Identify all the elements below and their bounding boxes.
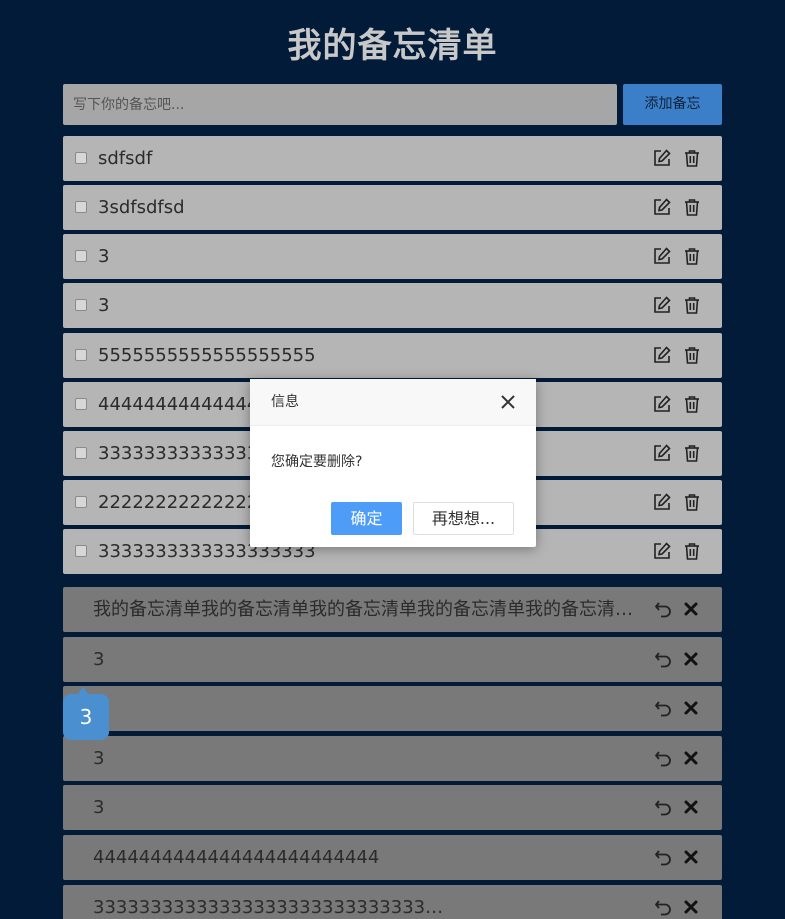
done-list: 我的备忘清单我的备忘清单我的备忘清单我的备忘清单我的备忘清单…333344444… bbox=[63, 587, 722, 919]
done-item: 3 bbox=[63, 636, 722, 682]
todo-text: 33333333333333 bbox=[98, 442, 259, 464]
done-item: 我的备忘清单我的备忘清单我的备忘清单我的备忘清单我的备忘清单… bbox=[63, 587, 722, 632]
todo-checkbox[interactable] bbox=[75, 348, 87, 361]
todo-text: 3 bbox=[98, 295, 110, 317]
confirm-dialog: 信息 您确定要删除? 确定 再想想... bbox=[250, 379, 536, 547]
edit-icon[interactable] bbox=[652, 197, 672, 217]
undo-icon[interactable] bbox=[653, 599, 673, 619]
todo-text: 5555555555555555555 bbox=[98, 344, 316, 366]
todo-checkbox[interactable] bbox=[75, 495, 87, 508]
trash-icon[interactable] bbox=[682, 246, 702, 266]
page-title: 我的备忘清单 bbox=[287, 26, 498, 66]
todo-checkbox[interactable] bbox=[75, 446, 87, 459]
trash-icon[interactable] bbox=[682, 443, 702, 463]
done-text: 3 bbox=[93, 797, 105, 819]
x-icon[interactable] bbox=[681, 897, 701, 917]
done-item: 33333333333333333333333333333… bbox=[63, 884, 722, 919]
todo-text: 3 bbox=[98, 246, 110, 268]
undo-icon[interactable] bbox=[653, 698, 673, 718]
undo-icon[interactable] bbox=[653, 748, 673, 768]
done-item: 3 bbox=[63, 785, 722, 831]
todo-item: 3 bbox=[63, 234, 722, 280]
trash-icon[interactable] bbox=[682, 492, 702, 512]
trash-icon[interactable] bbox=[682, 345, 702, 365]
edit-icon[interactable] bbox=[652, 295, 672, 315]
todo-checkbox[interactable] bbox=[75, 545, 87, 558]
edit-icon[interactable] bbox=[652, 541, 672, 561]
trash-icon[interactable] bbox=[682, 295, 702, 315]
trash-icon[interactable] bbox=[682, 197, 702, 217]
dialog-title: 信息 bbox=[271, 394, 299, 410]
dialog-message: 您确定要删除? bbox=[271, 454, 363, 470]
todo-text: 44444444444444 bbox=[98, 393, 259, 415]
todo-checkbox[interactable] bbox=[75, 250, 87, 263]
todo-item: sdfsdf bbox=[63, 136, 722, 181]
add-row: 添加备忘 bbox=[63, 84, 722, 125]
edit-icon[interactable] bbox=[652, 148, 672, 168]
x-icon[interactable] bbox=[681, 698, 701, 718]
cancel-button[interactable]: 再想想... bbox=[413, 502, 514, 535]
add-memo-button[interactable]: 添加备忘 bbox=[623, 84, 722, 125]
done-text: 3 bbox=[93, 747, 105, 769]
done-item: 3 bbox=[63, 686, 722, 732]
undo-icon[interactable] bbox=[653, 649, 673, 669]
done-text: 4444444444444444444444444 bbox=[93, 846, 380, 868]
edit-icon[interactable] bbox=[652, 345, 672, 365]
todo-checkbox[interactable] bbox=[75, 152, 87, 164]
edit-icon[interactable] bbox=[652, 246, 672, 266]
todo-item: 3sdfsdfsd bbox=[63, 185, 722, 231]
trash-icon[interactable] bbox=[682, 394, 702, 414]
x-icon[interactable] bbox=[681, 748, 701, 768]
page: 我的备忘清单 添加备忘 sdfsdf3sdfsdfsd3355555555555… bbox=[0, 0, 785, 919]
trash-icon[interactable] bbox=[682, 541, 702, 561]
todo-checkbox[interactable] bbox=[75, 397, 87, 410]
count-badge: 3 bbox=[63, 687, 109, 740]
edit-icon[interactable] bbox=[652, 443, 672, 463]
close-icon[interactable] bbox=[498, 392, 518, 412]
edit-icon[interactable] bbox=[652, 394, 672, 414]
done-text: 我的备忘清单我的备忘清单我的备忘清单我的备忘清单我的备忘清单… bbox=[93, 599, 638, 620]
done-item: 3 bbox=[63, 735, 722, 781]
edit-icon[interactable] bbox=[652, 492, 672, 512]
done-text: 3 bbox=[93, 648, 105, 670]
todo-checkbox[interactable] bbox=[75, 299, 87, 312]
todo-item: 3 bbox=[63, 283, 722, 329]
todo-item: 5555555555555555555 bbox=[63, 332, 722, 378]
x-icon[interactable] bbox=[681, 649, 701, 669]
todo-text: 3sdfsdfsd bbox=[98, 197, 185, 219]
undo-icon[interactable] bbox=[653, 847, 673, 867]
undo-icon[interactable] bbox=[653, 797, 673, 817]
todo-checkbox[interactable] bbox=[75, 201, 87, 214]
x-icon[interactable] bbox=[681, 797, 701, 817]
x-icon[interactable] bbox=[681, 847, 701, 867]
memo-input[interactable] bbox=[63, 84, 617, 125]
dialog-header: 信息 bbox=[250, 379, 536, 426]
trash-icon[interactable] bbox=[682, 148, 702, 168]
done-text: 33333333333333333333333333333… bbox=[93, 896, 444, 918]
undo-icon[interactable] bbox=[653, 897, 673, 917]
x-icon[interactable] bbox=[681, 599, 701, 619]
todo-text: sdfsdf bbox=[98, 148, 153, 169]
confirm-button[interactable]: 确定 bbox=[331, 502, 402, 535]
todo-text: 22222222222222 bbox=[98, 491, 259, 513]
done-item: 4444444444444444444444444 bbox=[63, 834, 722, 880]
